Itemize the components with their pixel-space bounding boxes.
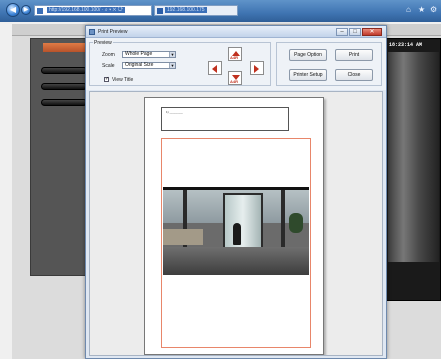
zoom-select[interactable]: Whole Page ▼ (122, 51, 176, 58)
view-title-checkbox[interactable]: ✓ (104, 77, 109, 82)
back-arrow-icon: ◀ (9, 5, 17, 14)
camera-timestamp: 18:23:14 AM (389, 42, 423, 48)
forward-button[interactable]: ▶ (21, 5, 31, 15)
printer-setup-button[interactable]: Printer Setup (289, 69, 327, 81)
chevron-down-icon: ▼ (169, 52, 175, 57)
home-icon[interactable]: ⌂ (406, 5, 411, 14)
chevron-down-icon: ▼ (169, 63, 175, 68)
print-margin-frame (161, 138, 311, 348)
close-window-button[interactable]: ✕ (362, 28, 382, 36)
scale-value: Original Size (125, 62, 154, 68)
preview-group-label: Preview (93, 40, 113, 46)
tab-title: 192.168.100.175 (165, 7, 207, 13)
browser-toolbar: ◀ ▶ http://192.168.100.100/ · ⌕ ▾ ✕ ⟳ 19… (0, 0, 441, 22)
arrow-right-icon (254, 65, 259, 73)
camera-snapshot-image (163, 187, 309, 275)
print-button[interactable]: Print (335, 49, 373, 61)
scale-label: Scale (102, 63, 115, 69)
print-preview-dialog: Print Preview – □ ✕ Preview Zoom Whole P… (85, 25, 387, 359)
sidebar-button-3[interactable] (41, 99, 87, 106)
minimize-button[interactable]: – (336, 28, 348, 36)
maximize-button[interactable]: □ (349, 28, 361, 36)
page-left-button[interactable] (208, 61, 222, 75)
preview-group: Preview Zoom Whole Page ▼ Scale Original… (89, 40, 271, 86)
page-title-text: 1) ________ (166, 110, 183, 114)
browser-tab[interactable]: 192.168.100.175 (154, 5, 238, 16)
page-up-button[interactable]: A4R (228, 47, 242, 61)
zoom-value: Whole Page (125, 51, 153, 57)
sidebar-button-1[interactable] (41, 67, 87, 74)
page-icon (37, 8, 43, 14)
dialog-title: Print Preview (98, 29, 128, 35)
arrow-left-icon (212, 65, 217, 73)
back-button[interactable]: ◀ (6, 3, 20, 17)
address-text: http://192.168.100.100/ · ⌕ ▾ ✕ ⟳ (47, 7, 126, 13)
page-right-button[interactable] (250, 61, 264, 75)
camera-feed (388, 52, 439, 262)
settings-icon[interactable]: ⚙ (430, 5, 437, 14)
address-bar[interactable]: http://192.168.100.100/ · ⌕ ▾ ✕ ⟳ (34, 5, 152, 16)
tab-favicon-icon (157, 8, 163, 14)
zoom-label: Zoom (102, 52, 115, 58)
view-title-label: View Title (112, 77, 134, 83)
dialog-toolbar: Preview Zoom Whole Page ▼ Scale Original… (86, 38, 386, 90)
dialog-titlebar[interactable]: Print Preview – □ ✕ (86, 26, 386, 38)
action-group: Page Option Print Printer Setup Close (276, 42, 382, 86)
favorites-icon[interactable]: ★ (418, 5, 425, 14)
camera-view: 18:23:14 AM (384, 38, 441, 301)
printer-icon (89, 29, 95, 35)
page-down-button[interactable]: A4R (228, 71, 242, 85)
close-button[interactable]: Close (335, 69, 373, 81)
page-option-button[interactable]: Page Option (289, 49, 327, 61)
scale-select[interactable]: Original Size ▼ (122, 62, 176, 69)
print-preview-area[interactable]: 1) ________ (89, 91, 383, 356)
sidebar-button-2[interactable] (41, 83, 87, 90)
forward-arrow-icon: ▶ (23, 7, 29, 13)
page-title-box: 1) ________ (161, 107, 289, 131)
preview-page: 1) ________ (144, 97, 324, 355)
